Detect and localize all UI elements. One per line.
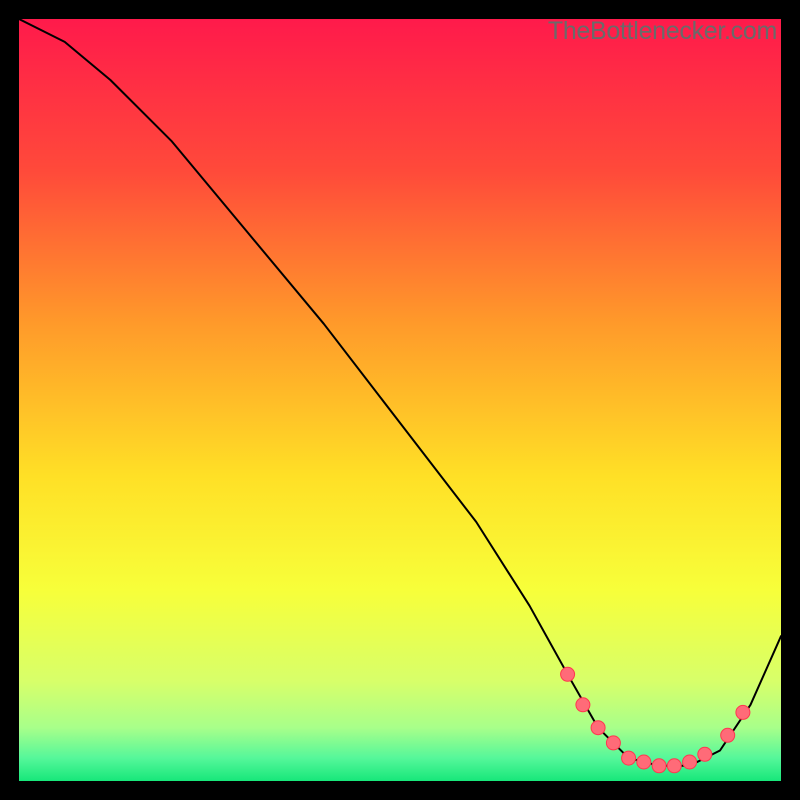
marker-dot bbox=[652, 759, 666, 773]
marker-dot bbox=[622, 751, 636, 765]
marker-dot bbox=[698, 747, 712, 761]
chart-frame: TheBottlenecker.com bbox=[19, 19, 781, 781]
chart-plot bbox=[19, 19, 781, 781]
marker-dot bbox=[721, 728, 735, 742]
marker-dot bbox=[637, 755, 651, 769]
marker-dot bbox=[591, 721, 605, 735]
marker-dot bbox=[561, 667, 575, 681]
marker-dot bbox=[683, 755, 697, 769]
marker-dot bbox=[576, 698, 590, 712]
marker-dot bbox=[667, 759, 681, 773]
marker-dot bbox=[606, 736, 620, 750]
marker-dot bbox=[736, 705, 750, 719]
gradient-background bbox=[19, 19, 781, 781]
watermark-text: TheBottlenecker.com bbox=[548, 17, 777, 46]
